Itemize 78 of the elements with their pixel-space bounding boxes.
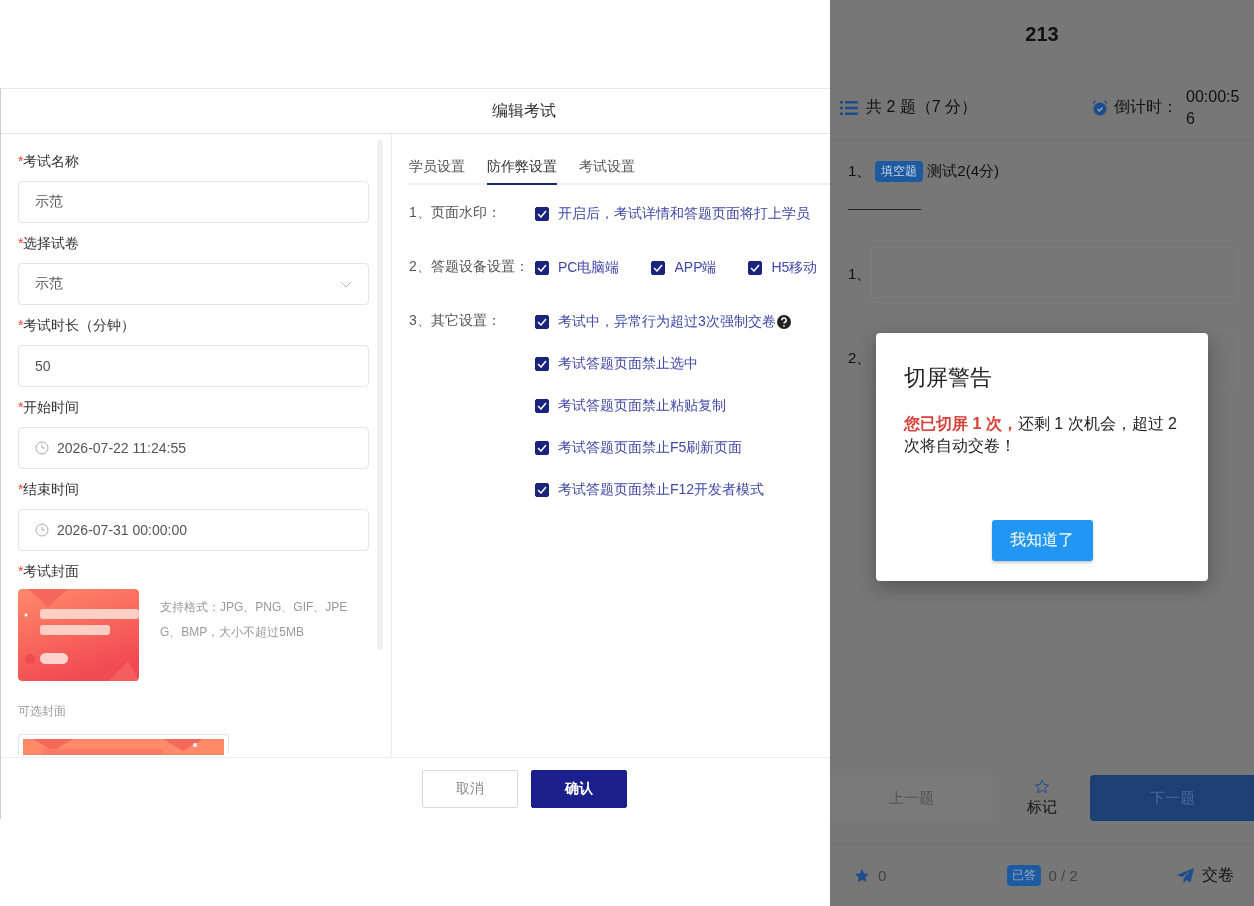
section-label: 可选封面 [18,703,67,720]
checkbox-label: H5移动 [771,259,818,277]
checkbox[interactable] [651,261,666,275]
countdown-timer: 00:00:56 [1186,86,1241,129]
checkbox[interactable] [535,399,549,413]
checkbox[interactable] [535,261,549,275]
format-hint: 支持格式：JPG、PNG、GIF、JPEG、BMP，大小不超过5MB [160,599,349,641]
required-mark: * [18,563,24,581]
field-label: 选择试卷 [23,235,80,253]
page-title: 213 [1025,23,1059,46]
question-text: 测试2(4分) [927,162,1000,181]
checkbox[interactable] [535,441,549,455]
checkbox-label: 考试答题页面禁止F5刷新页面 [558,439,743,457]
required-mark: * [18,481,24,499]
cover-thumbnail[interactable] [18,734,229,754]
field-label: 考试时长（分钟） [23,317,136,335]
countdown-label: 倒计时： [1114,97,1178,117]
check-icon [653,264,664,272]
tab[interactable]: 防作弊设置 [487,158,557,185]
check-icon [537,402,547,410]
checkbox[interactable] [535,207,549,221]
input-field[interactable]: 示范 [18,181,369,223]
submit-button[interactable]: 交卷 [1177,865,1234,886]
question-summary: 共 2 题（7 分） [866,97,979,117]
dialog-title: 编辑考试 [492,100,556,121]
mark-button[interactable]: 标记 [993,779,1090,817]
input-field[interactable]: 50 [18,345,369,387]
warning-message: 您已切屏 1 次，还剩 1 次机会，超过 2 次将自动交卷！ [904,414,1178,456]
checkbox[interactable] [535,483,549,497]
setting-label: 3、其它设置： [409,312,502,330]
list-icon [840,100,858,115]
field-label: 结束时间 [23,481,80,499]
alarm-clock-icon [1092,99,1108,116]
check-icon [537,444,547,452]
date-field[interactable]: 2026-07-22 11:24:55 [18,427,369,469]
clock-icon [35,441,49,455]
checkbox-label: PC电脑端 [558,259,620,277]
check-icon [537,360,547,368]
field-label: 开始时间 [23,399,80,417]
field-label: 考试名称 [23,153,80,171]
check-icon [537,318,547,326]
star-icon [854,867,870,884]
required-mark: * [18,235,24,253]
checkbox[interactable] [748,261,763,275]
field-label: 考试封面 [23,563,80,581]
required-mark: * [18,317,24,335]
answer-number: 2、 [848,349,871,368]
question-number: 1、 [848,162,872,181]
checkbox-label: 考试答题页面禁止F12开发者模式 [558,481,765,499]
check-icon [750,264,761,272]
setting-label: 1、页面水印： [409,204,502,222]
check-icon [537,264,547,272]
cancel-button[interactable]: 取消 [421,769,518,808]
dialog-title: 切屏警告 [904,364,993,392]
clock-icon [35,523,49,537]
answered-badge: 已答 [1006,865,1041,886]
send-icon [1177,867,1194,884]
checkbox-label: 开启后，考试详情和答题页面将打上学员 [558,205,810,223]
question-type-tag: 填空题 [875,161,924,182]
checkbox-label: APP端 [674,259,717,277]
answer-number: 1、 [848,265,871,284]
checkbox[interactable] [535,357,549,371]
star-icon [1033,779,1050,795]
check-icon [537,210,547,218]
chevron-icon [340,280,352,288]
setting-label: 2、答题设备设置： [409,258,530,276]
checkbox-label: 考试中，异常行为超过3次强制交卷 [558,313,776,331]
checkbox-label: 考试答题页面禁止粘贴复制 [558,397,726,415]
required-mark: * [18,153,24,171]
select-field[interactable]: 示范 [18,263,369,305]
tab[interactable]: 考试设置 [579,158,635,185]
required-mark: * [18,399,24,417]
confirm-button[interactable]: 确认 [530,769,627,808]
tab[interactable]: 学员设置 [409,158,465,185]
checkbox[interactable] [535,315,549,329]
date-field[interactable]: 2026-07-31 00:00:00 [18,509,369,551]
check-icon [537,486,547,494]
checkbox-label: 考试答题页面禁止选中 [558,355,698,373]
